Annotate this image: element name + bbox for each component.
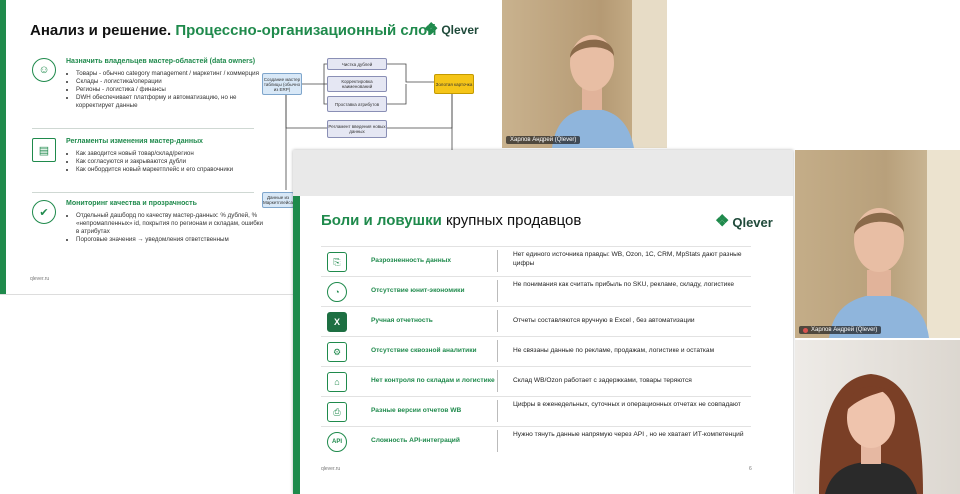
slide-accent-bar xyxy=(0,0,6,294)
row-label: Разрозненность данных xyxy=(371,257,452,264)
flow-step-box: Корректировка наименований xyxy=(327,76,387,92)
qlever-logo: ❖ Qlever xyxy=(715,213,773,230)
flow-source-box: Создание мастер таблицы (обычно из ERP) xyxy=(262,73,302,95)
list-item: Как онбордится новый маркетплейс и его с… xyxy=(76,166,266,174)
table-row: ⎙ Разные версии отчетов WB Цифры в ежене… xyxy=(321,396,751,426)
row-separator xyxy=(497,280,498,302)
participant-silhouette xyxy=(819,374,923,494)
row-separator xyxy=(497,400,498,422)
qlever-logo-icon: ❖ xyxy=(424,21,439,38)
shared-slide-pains: Боли и ловушки крупных продавцов ❖ Qlever… xyxy=(293,150,793,494)
flow-step-box: Чистка дублей xyxy=(327,58,387,70)
list-item: Пороговые значения → уведомления ответст… xyxy=(76,236,266,244)
flow-target-box: Золотая карточка xyxy=(434,74,474,94)
documents-icon: ⎘ xyxy=(327,252,347,272)
section-heading: Назначить владельцев мастер-областей (da… xyxy=(66,58,256,65)
list-item: Отдельный дашборд по качеству мастер-дан… xyxy=(76,212,266,236)
section-heading: Мониторинг качества и прозрачность xyxy=(66,200,197,207)
flow-regulation-box: Регламент введения новых данных xyxy=(327,120,387,138)
list-item: Склады - логистика/операции xyxy=(76,78,266,86)
api-icon: API xyxy=(327,432,347,452)
table-row: ⚙ Отсутствие сквозной аналитики Не связа… xyxy=(321,336,751,366)
excel-icon: X xyxy=(327,312,347,332)
table-row: ⎘ Разрозненность данных Нет единого исто… xyxy=(321,246,751,276)
flow-step-box: Проставка атрибутов xyxy=(327,96,387,112)
row-label: Отсутствие юнит-экономики xyxy=(371,287,465,294)
section-list: Отдельный дашборд по качеству мастер-дан… xyxy=(66,212,266,244)
row-separator xyxy=(497,430,498,452)
document-icon: ▤ xyxy=(32,138,56,162)
section-list: Товары - обычно category management / ма… xyxy=(66,70,266,110)
table-row: X Ручная отчетность Отчеты составляются … xyxy=(321,306,751,336)
row-separator xyxy=(497,340,498,362)
user-icon: ☺ xyxy=(32,58,56,82)
row-description: Не понимания как считать прибыль по SKU,… xyxy=(513,281,734,288)
table-row: ◔ Отсутствие юнит-экономики Не понимания… xyxy=(321,276,751,306)
microphone-muted-icon xyxy=(803,327,808,333)
divider xyxy=(32,128,254,129)
slide-accent-bar xyxy=(293,196,300,494)
video-tile-participant-3[interactable] xyxy=(795,340,960,494)
participant-name-label: Харлов Андрей (Qlever) xyxy=(799,326,882,334)
row-separator xyxy=(497,250,498,272)
row-label: Ручная отчетность xyxy=(371,317,433,324)
qlever-logo: ❖ Qlever xyxy=(424,21,479,38)
participant-silhouette xyxy=(829,208,929,338)
row-description: Не связаны данные по рекламе, продажам, … xyxy=(513,347,715,354)
row-label: Сложность API-интеграций xyxy=(371,437,460,444)
slide-page-number: 6 xyxy=(749,466,752,472)
analytics-icon: ⚙ xyxy=(327,342,347,362)
slide-footer: qlever.ru xyxy=(321,466,341,472)
participant-name-label: Харлов Андрей (Qlever) xyxy=(506,136,581,144)
row-label: Отсутствие сквозной аналитики xyxy=(371,347,477,354)
flow-marketplace-box: Данные из Маркетплейса xyxy=(262,192,294,208)
row-separator xyxy=(497,370,498,392)
divider xyxy=(32,192,254,193)
slide-header-band xyxy=(293,150,793,196)
video-tile-participant-1[interactable]: Харлов Андрей (Qlever) xyxy=(502,0,667,148)
list-item: DWH обеспечивает платформу и автоматизац… xyxy=(76,94,266,110)
row-description: Нет единого источника правды: WB, Ozon, … xyxy=(513,251,742,267)
video-tile-participant-2[interactable]: Харлов Андрей (Qlever) xyxy=(795,150,960,338)
section-list: Как заводится новый товар/склад/регион К… xyxy=(66,150,266,174)
row-description: Склад WB/Ozon работает с задержками, тов… xyxy=(513,377,692,384)
list-item: Как согласуются и закрываются дубли xyxy=(76,158,266,166)
warehouse-icon: ⌂ xyxy=(327,372,347,392)
row-description: Цифры в еженедельных, суточных и операци… xyxy=(513,401,741,408)
row-label: Разные версии отчетов WB xyxy=(371,407,462,414)
list-item: Как заводится новый товар/склад/регион xyxy=(76,150,266,158)
row-label: Нет контроля по складам и логистике xyxy=(371,377,495,384)
row-description: Отчеты составляются вручную в Excel , бе… xyxy=(513,317,695,324)
row-description: Нужно тянуть данные напрямую через API ,… xyxy=(513,431,744,438)
slide-title: Боли и ловушки крупных продавцов xyxy=(321,212,582,229)
section-heading: Регламенты изменения мастер-данных xyxy=(66,138,203,145)
slide-footer: qlever.ru xyxy=(30,276,50,282)
row-separator xyxy=(497,310,498,332)
pie-chart-icon: ◔ xyxy=(327,282,347,302)
list-item: Товары - обычно category management / ма… xyxy=(76,70,266,78)
thumbs-up-icon: ✔ xyxy=(32,200,56,224)
qlever-logo-icon: ❖ xyxy=(715,213,730,230)
slide-title: Анализ и решение. Процессно-организацион… xyxy=(30,22,437,39)
participant-silhouette xyxy=(552,35,634,148)
report-versions-icon: ⎙ xyxy=(327,402,347,422)
table-row: API Сложность API-интеграций Нужно тянут… xyxy=(321,426,751,456)
table-row: ⌂ Нет контроля по складам и логистике Ск… xyxy=(321,366,751,396)
list-item: Регионы - логистика / финансы xyxy=(76,86,266,94)
